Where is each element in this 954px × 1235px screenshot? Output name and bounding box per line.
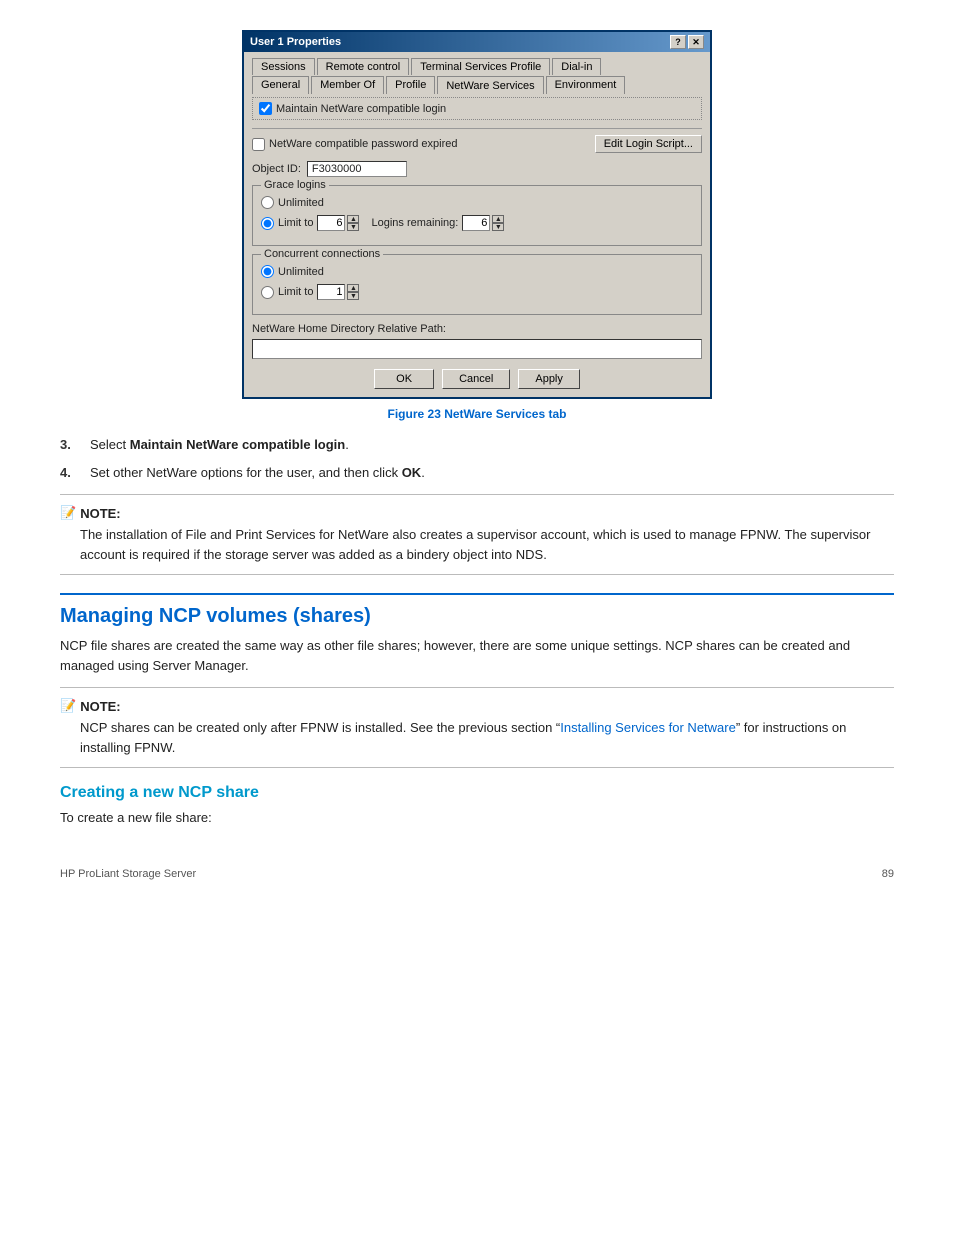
note-1-header: 📝 NOTE: <box>60 505 894 521</box>
logins-remaining-input[interactable] <box>462 215 490 231</box>
grace-limit-input[interactable] <box>317 215 345 231</box>
section-main-body: NCP file shares are created the same way… <box>60 636 894 675</box>
grace-unlimited-label: Unlimited <box>278 197 324 209</box>
password-expired-label: NetWare compatible password expired <box>269 138 458 150</box>
concurrent-connections-title: Concurrent connections <box>261 248 383 260</box>
step-4-bold: OK <box>402 465 422 480</box>
tab-general[interactable]: General <box>252 76 309 94</box>
note-2-header: 📝 NOTE: <box>60 698 894 714</box>
password-expired-checkbox[interactable] <box>252 138 265 151</box>
tab-remote-control[interactable]: Remote control <box>317 58 410 75</box>
section-heading-main: Managing NCP volumes (shares) <box>60 593 894 628</box>
edit-login-script-button[interactable]: Edit Login Script... <box>595 135 702 153</box>
grace-limit-arrows: ▲ ▼ <box>347 215 359 231</box>
tab-netware-services[interactable]: NetWare Services <box>437 76 543 94</box>
note-box-1: 📝 NOTE: The installation of File and Pri… <box>60 494 894 575</box>
concurrent-limit-down-arrow[interactable]: ▼ <box>347 292 359 300</box>
ok-button[interactable]: OK <box>374 369 434 389</box>
object-id-label: Object ID: <box>252 163 301 175</box>
concurrent-limit-input[interactable] <box>317 284 345 300</box>
tab-environment[interactable]: Environment <box>546 76 626 94</box>
grace-unlimited-row: Unlimited <box>261 196 693 209</box>
netware-home-dir-label: NetWare Home Directory Relative Path: <box>252 323 702 335</box>
step-4-number: 4. <box>60 463 90 483</box>
logins-remaining-label: Logins remaining: <box>371 217 458 229</box>
note-2-text: NCP shares can be created only after FPN… <box>60 718 894 757</box>
concurrent-unlimited-label: Unlimited <box>278 266 324 278</box>
grace-limit-row: Limit to ▲ ▼ Logins remaining: <box>261 215 693 231</box>
concurrent-unlimited-radio[interactable] <box>261 265 274 278</box>
grace-unlimited-radio[interactable] <box>261 196 274 209</box>
tab-dial-in[interactable]: Dial-in <box>552 58 601 75</box>
figure-caption: Figure 23 NetWare Services tab <box>60 407 894 421</box>
note-icon-1: 📝 <box>60 505 76 521</box>
section-heading-sub: Creating a new NCP share <box>60 784 894 802</box>
grace-limit-down-arrow[interactable]: ▼ <box>347 223 359 231</box>
tab-member-of[interactable]: Member Of <box>311 76 384 94</box>
grace-limit-spinner: ▲ ▼ <box>317 215 359 231</box>
titlebar-buttons: ? ✕ <box>670 35 704 49</box>
note-1-label: NOTE: <box>80 506 120 521</box>
separator-1 <box>252 128 702 129</box>
tab-sessions[interactable]: Sessions <box>252 58 315 75</box>
step-4-text: Set other NetWare options for the user, … <box>90 463 425 483</box>
concurrent-unlimited-row: Unlimited <box>261 265 693 278</box>
grace-limit-up-arrow[interactable]: ▲ <box>347 215 359 223</box>
object-id-row: Object ID: F3030000 <box>252 161 702 177</box>
footer-brand: HP ProLiant Storage Server <box>60 868 196 880</box>
step-3: 3. Select Maintain NetWare compatible lo… <box>60 435 894 455</box>
close-button[interactable]: ✕ <box>688 35 704 49</box>
dialog-window: User 1 Properties ? ✕ Sessions Remote co… <box>242 30 712 399</box>
concurrent-limit-arrows: ▲ ▼ <box>347 284 359 300</box>
note-2-label: NOTE: <box>80 699 120 714</box>
footer-page: 89 <box>882 868 894 880</box>
maintain-netware-checkbox[interactable] <box>259 102 272 115</box>
page-footer: HP ProLiant Storage Server 89 <box>60 868 894 880</box>
maintain-netware-label: Maintain NetWare compatible login <box>276 103 446 115</box>
logins-remaining-arrows: ▲ ▼ <box>492 215 504 231</box>
note-icon-2: 📝 <box>60 698 76 714</box>
logins-remaining-up-arrow[interactable]: ▲ <box>492 215 504 223</box>
note-2-link[interactable]: Installing Services for Netware <box>560 720 736 735</box>
apply-button[interactable]: Apply <box>518 369 580 389</box>
concurrent-limit-row: Limit to ▲ ▼ <box>261 284 693 300</box>
netware-home-dir-input[interactable] <box>252 339 702 359</box>
dialog-buttons: OK Cancel Apply <box>252 369 702 389</box>
grace-logins-group: Grace logins Unlimited Limit to ▲ ▼ <box>252 185 702 246</box>
netware-home-dir-section: NetWare Home Directory Relative Path: <box>252 323 702 359</box>
help-button[interactable]: ? <box>670 35 686 49</box>
dialog-title: User 1 Properties <box>250 36 341 48</box>
tab-profile[interactable]: Profile <box>386 76 435 94</box>
step-3-text: Select Maintain NetWare compatible login… <box>90 435 349 455</box>
step-3-number: 3. <box>60 435 90 455</box>
concurrent-limit-radio[interactable] <box>261 286 274 299</box>
password-expired-row: NetWare compatible password expired Edit… <box>252 135 702 153</box>
note-box-2: 📝 NOTE: NCP shares can be created only a… <box>60 687 894 768</box>
tabs-container: Sessions Remote control Terminal Service… <box>252 58 702 93</box>
dialog-content: Sessions Remote control Terminal Service… <box>244 52 710 397</box>
concurrent-limit-spinner: ▲ ▼ <box>317 284 359 300</box>
step-3-bold: Maintain NetWare compatible login <box>130 437 345 452</box>
step-4: 4. Set other NetWare options for the use… <box>60 463 894 483</box>
concurrent-limit-label: Limit to <box>278 286 313 298</box>
grace-logins-title: Grace logins <box>261 179 329 191</box>
page-container: User 1 Properties ? ✕ Sessions Remote co… <box>0 0 954 910</box>
section-sub-body: To create a new file share: <box>60 808 894 828</box>
cancel-button[interactable]: Cancel <box>442 369 510 389</box>
note-2-text-before: NCP shares can be created only after FPN… <box>80 720 560 735</box>
grace-limit-label: Limit to <box>278 217 313 229</box>
tab-terminal-services-profile[interactable]: Terminal Services Profile <box>411 58 550 75</box>
dialog-titlebar: User 1 Properties ? ✕ <box>244 32 710 52</box>
tab-row-2: General Member Of Profile NetWare Servic… <box>252 76 702 93</box>
maintain-netware-row: Maintain NetWare compatible login <box>252 97 702 120</box>
logins-remaining-spinner: ▲ ▼ <box>462 215 504 231</box>
object-id-field: F3030000 <box>307 161 407 177</box>
tab-row-1: Sessions Remote control Terminal Service… <box>252 58 702 74</box>
dialog-wrapper: User 1 Properties ? ✕ Sessions Remote co… <box>60 30 894 399</box>
logins-remaining-down-arrow[interactable]: ▼ <box>492 223 504 231</box>
grace-limit-radio[interactable] <box>261 217 274 230</box>
concurrent-limit-up-arrow[interactable]: ▲ <box>347 284 359 292</box>
note-1-text: The installation of File and Print Servi… <box>60 525 894 564</box>
concurrent-connections-group: Concurrent connections Unlimited Limit t… <box>252 254 702 315</box>
